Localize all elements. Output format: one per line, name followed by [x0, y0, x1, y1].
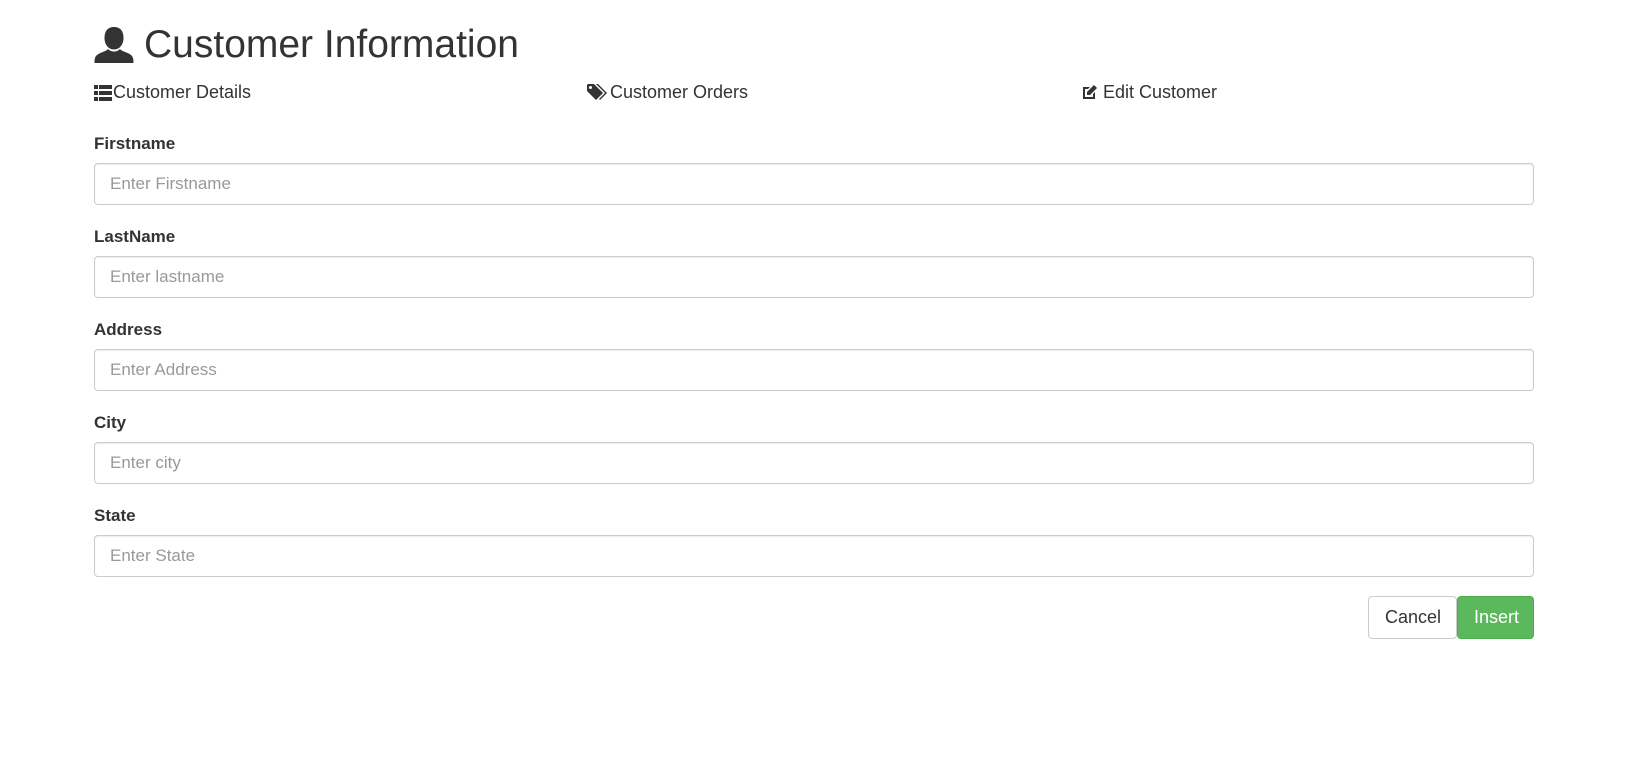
city-group: City: [94, 413, 1534, 484]
customer-orders-label: Customer Orders: [610, 82, 749, 102]
tags-icon: [587, 83, 609, 101]
firstname-label: Firstname: [94, 134, 176, 153]
edit-customer-label: Edit Customer: [1103, 82, 1218, 102]
customer-details-link[interactable]: Customer Details: [94, 79, 251, 105]
list-icon: [94, 83, 112, 101]
lastname-input[interactable]: [94, 256, 1534, 298]
firstname-input[interactable]: [94, 163, 1534, 205]
cancel-button[interactable]: Cancel: [1368, 596, 1457, 639]
customer-form: Firstname LastName Address City State Ca…: [94, 134, 1534, 639]
address-label: Address: [94, 320, 163, 339]
city-label: City: [94, 413, 127, 432]
form-actions: Cancel Insert: [94, 596, 1534, 639]
user-icon: [94, 25, 134, 65]
lastname-group: LastName: [94, 227, 1534, 298]
city-input[interactable]: [94, 442, 1534, 484]
customer-orders-link[interactable]: Customer Orders: [587, 79, 748, 105]
address-group: Address: [94, 320, 1534, 391]
customer-info-container: Customer Information Customer Details Cu…: [94, 0, 1534, 639]
insert-button[interactable]: Insert: [1457, 596, 1534, 639]
customer-nav: Customer Details Customer Orders Edit Cu…: [94, 79, 1534, 105]
state-label: State: [94, 506, 136, 525]
firstname-group: Firstname: [94, 134, 1534, 205]
customer-details-label: Customer Details: [113, 82, 252, 102]
state-group: State: [94, 506, 1534, 577]
edit-customer-link[interactable]: Edit Customer: [1080, 79, 1217, 105]
state-input[interactable]: [94, 535, 1534, 577]
edit-icon: [1080, 83, 1098, 101]
page-header: Customer Information: [94, 20, 1534, 70]
address-input[interactable]: [94, 349, 1534, 391]
page-title: Customer Information: [144, 23, 519, 66]
lastname-label: LastName: [94, 227, 176, 246]
